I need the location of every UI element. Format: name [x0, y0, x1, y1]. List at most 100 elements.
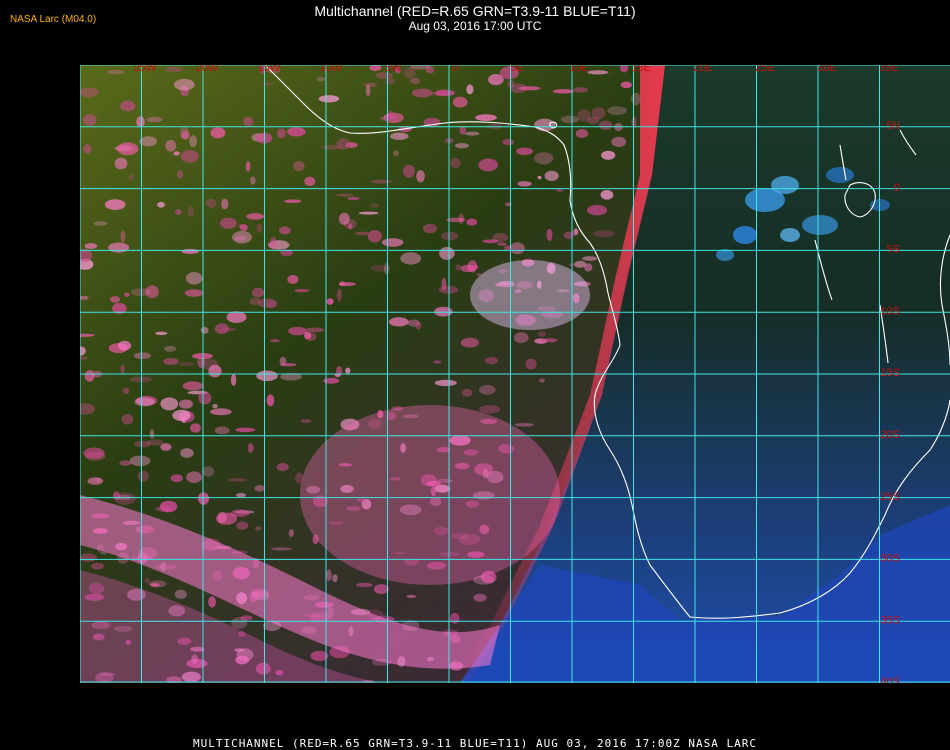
cloud-patch — [221, 198, 229, 210]
cloud-patch — [539, 378, 545, 383]
cloud-patch — [415, 321, 422, 330]
cloud-patch — [620, 81, 633, 89]
cloud-patch — [304, 176, 316, 186]
cloud-patch — [587, 70, 609, 75]
cloud-patch — [108, 242, 130, 253]
cloud-patch — [266, 394, 275, 407]
cloud-patch — [214, 323, 229, 335]
cloud-patch — [284, 199, 302, 203]
cloud-patch — [287, 127, 306, 137]
cloud-patch — [120, 100, 136, 112]
cloud-patch — [288, 529, 294, 538]
cloud-patch — [83, 143, 92, 154]
cloud-patch — [400, 252, 422, 265]
cloud-patch — [478, 158, 499, 172]
cloud-patch — [165, 66, 183, 73]
cloud-patch — [358, 211, 379, 215]
cloud-patch — [514, 423, 534, 427]
cloud-patch — [587, 116, 600, 125]
cloud-patch — [464, 131, 480, 136]
cloud-patch — [433, 360, 442, 364]
cloud-patch — [452, 96, 468, 108]
cloud-patch — [190, 423, 201, 433]
cloud-patch — [181, 417, 186, 424]
cloud-patch — [450, 612, 460, 624]
cloud-patch — [170, 474, 183, 483]
cloud-patch — [459, 126, 467, 135]
cloud-patch — [173, 151, 180, 156]
cloud-patch — [607, 106, 627, 115]
cloud-patch — [124, 292, 130, 297]
cloud-patch — [461, 388, 473, 397]
cloud-patch — [525, 358, 537, 370]
cloud-patch — [136, 116, 145, 128]
cloud-patch — [83, 114, 97, 126]
cloud-patch — [107, 69, 124, 75]
cloud-patch — [184, 289, 204, 297]
cloud-patch — [251, 287, 265, 298]
cloud-patch — [601, 150, 616, 160]
cloud-patch — [367, 230, 382, 243]
cloud-patch — [326, 569, 332, 581]
cloud-patch — [294, 289, 310, 293]
latitude-label: 15S — [880, 367, 900, 379]
cloud-patch — [240, 224, 248, 232]
cloud-patch — [174, 589, 187, 599]
cloud-patch — [206, 198, 217, 208]
cloud-patch — [172, 409, 191, 422]
cloud-patch — [544, 170, 559, 181]
latitude-label: 10S — [880, 305, 900, 317]
cloud-patch — [146, 116, 163, 123]
cloud-patch — [379, 117, 385, 121]
longitude-label: 25W — [134, 65, 157, 74]
cloud-patch — [560, 115, 579, 124]
cloud-patch — [215, 512, 238, 525]
cloud-patch — [163, 358, 179, 365]
cloud-patch — [382, 238, 404, 247]
cloud-patch — [235, 427, 256, 433]
cloud-patch — [262, 82, 274, 86]
cloud-patch — [556, 188, 564, 192]
cloud-patch — [149, 429, 155, 439]
cloud-patch — [370, 179, 393, 184]
cloud-patch — [174, 78, 195, 91]
cloud-patch — [454, 143, 470, 149]
cloud-patch — [455, 264, 462, 271]
cloud-patch — [517, 181, 532, 187]
cloud-patch — [471, 264, 479, 270]
cloud-patch — [270, 339, 280, 343]
cloud-patch — [80, 553, 97, 562]
cloud-patch — [326, 298, 334, 305]
longitude-label: 20W — [196, 65, 219, 74]
cloud-patch — [279, 226, 291, 235]
cloud-patch — [497, 242, 507, 246]
cloud-patch — [187, 206, 195, 218]
cloud-patch — [584, 263, 593, 272]
longitude-label: 15W — [258, 65, 281, 74]
cloud-patch — [423, 223, 437, 234]
image-title: Multichannel (RED=R.65 GRN=T3.9-11 BLUE=… — [314, 3, 636, 19]
longitude-label: 15E — [631, 65, 651, 74]
cloud-patch — [482, 239, 499, 244]
image-datetime: Aug 03, 2016 17:00 UTC — [408, 19, 542, 33]
cloud-patch — [83, 447, 105, 459]
cloud-patch — [117, 142, 139, 156]
cloud-patch — [552, 89, 575, 94]
cloud-patch — [200, 326, 209, 334]
latitude-label: 35S — [880, 614, 900, 626]
longitude-label: 25E — [755, 65, 775, 74]
cloud-patch — [484, 357, 498, 365]
latitude-label: 40S — [880, 676, 900, 683]
cloud-patch — [240, 615, 253, 621]
cloud-patch — [160, 397, 179, 411]
cloud-patch — [181, 248, 199, 254]
cloud-patch — [318, 95, 340, 103]
map-frame: 25W 20W 15W 10W 5W 0 5E 10E 15E 20E 25E 30E 35E 5N 0 5… — [80, 65, 950, 683]
cloud-patch — [587, 205, 607, 216]
cloud-patch — [176, 170, 183, 179]
cloud-patch — [109, 296, 121, 303]
cloud-patch — [513, 332, 529, 344]
cloud-patch — [128, 174, 135, 181]
cloud-patch — [84, 243, 98, 249]
cloud-patch — [137, 470, 149, 482]
